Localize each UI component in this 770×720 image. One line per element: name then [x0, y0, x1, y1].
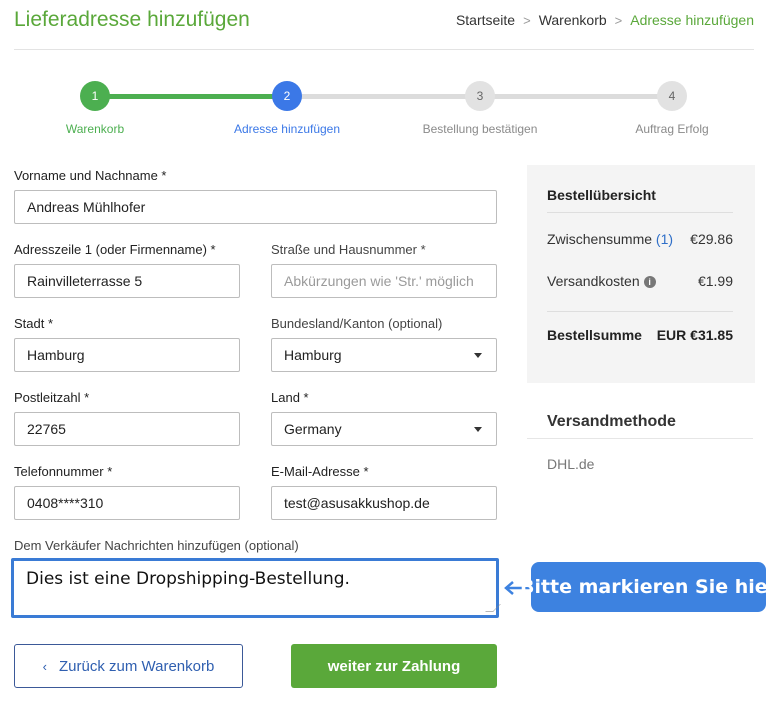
subtotal-count[interactable]: (1)	[656, 231, 673, 247]
email-input[interactable]	[271, 486, 497, 520]
header-divider	[14, 49, 754, 50]
zip-label: Postleitzahl *	[14, 390, 90, 405]
street-input[interactable]	[271, 264, 497, 298]
seller-message-text: Dies ist eine Dropshipping-Bestellung.	[26, 569, 350, 589]
caret-down-icon	[474, 352, 482, 358]
step-connector-complete	[95, 94, 287, 99]
phone-input[interactable]	[14, 486, 240, 520]
order-summary-panel: Bestellübersicht Zwischensumme (1) €29.8…	[527, 165, 755, 383]
continue-to-payment-button[interactable]: weiter zur Zahlung	[291, 644, 497, 688]
step-1-circle: 1	[80, 81, 110, 111]
order-total-label: Bestellsumme	[547, 327, 642, 343]
email-label: E-Mail-Adresse *	[271, 464, 369, 479]
country-label: Land *	[271, 390, 309, 405]
back-to-cart-label: Zurück zum Warenkorb	[59, 657, 215, 675]
summary-divider	[547, 311, 733, 312]
order-total-value: EUR €31.85	[656, 327, 733, 343]
step-connector	[287, 94, 479, 99]
shipping-cost-value: €1.99	[697, 273, 733, 289]
subtotal-label-text: Zwischensumme	[547, 231, 653, 247]
breadcrumb-home[interactable]: Startseite	[456, 12, 515, 28]
zip-input[interactable]	[14, 412, 240, 446]
subtotal-label: Zwischensumme (1)	[547, 231, 673, 247]
city-input[interactable]	[14, 338, 240, 372]
instruction-callout: Bitte markieren Sie hier	[520, 562, 770, 612]
name-input[interactable]	[14, 190, 497, 224]
message-label: Dem Verkäufer Nachrichten hinzufügen (op…	[14, 538, 299, 553]
info-icon[interactable]: i	[643, 276, 656, 289]
chevron-left-icon: ‹	[42, 658, 47, 674]
step-1-label: Warenkorb	[65, 122, 125, 136]
breadcrumb: Startseite > Warenkorb > Adresse hinzufü…	[456, 12, 754, 28]
city-label: Stadt *	[14, 316, 54, 331]
step-3-label: Bestellung bestätigen	[422, 122, 538, 136]
breadcrumb-separator: >	[523, 12, 531, 28]
checkout-stepper: 1 2 3 4 Warenkorb Adresse hinzufügen Bes…	[0, 76, 770, 146]
phone-label: Telefonnummer *	[14, 464, 113, 479]
step-4-circle: 4	[657, 81, 687, 111]
step-4-label: Auftrag Erfolg	[635, 122, 709, 136]
back-to-cart-button[interactable]: ‹ Zurück zum Warenkorb	[14, 644, 243, 688]
subtotal-row: Zwischensumme (1) €29.86	[547, 231, 733, 247]
seller-message-textarea[interactable]: Dies ist eine Dropshipping-Bestellung.	[11, 558, 501, 618]
caret-down-icon	[474, 426, 482, 432]
shipping-cost-label: Versandkosten i	[547, 273, 656, 289]
name-label: Vorname und Nachname *	[14, 168, 167, 183]
step-connector	[479, 94, 671, 99]
summary-divider	[547, 212, 733, 213]
order-total-row: Bestellsumme EUR €31.85	[547, 327, 733, 343]
shipping-method-divider	[527, 438, 753, 439]
shipping-method-title: Versandmethode	[547, 413, 676, 430]
order-summary-title: Bestellübersicht	[547, 187, 656, 203]
breadcrumb-separator: >	[614, 12, 623, 28]
step-2-label: Adresse hinzufügen	[233, 122, 341, 136]
state-label: Bundesland/Kanton (optional)	[271, 316, 443, 331]
country-select-value: Germany	[284, 421, 342, 437]
breadcrumb-cart[interactable]: Warenkorb	[539, 12, 607, 28]
resize-grip-icon[interactable]	[485, 604, 501, 612]
shipping-method-value: DHL.de	[547, 456, 595, 472]
breadcrumb-current: Adresse hinzufügen	[630, 12, 754, 28]
subtotal-value: €29.86	[690, 231, 733, 247]
state-select[interactable]: Hamburg	[271, 338, 497, 372]
address1-label: Adresszeile 1 (oder Firmenname) *	[14, 242, 216, 257]
country-select[interactable]: Germany	[271, 412, 497, 446]
step-3-circle: 3	[465, 81, 495, 111]
street-label: Straße und Hausnummer *	[271, 242, 426, 257]
step-2-circle: 2	[272, 81, 302, 111]
address1-input[interactable]	[14, 264, 240, 298]
page-title: Lieferadresse hinzufügen	[14, 8, 250, 31]
shipping-cost-row: Versandkosten i €1.99	[547, 273, 733, 289]
shipping-cost-label-text: Versandkosten	[547, 273, 640, 289]
state-select-value: Hamburg	[284, 347, 342, 363]
